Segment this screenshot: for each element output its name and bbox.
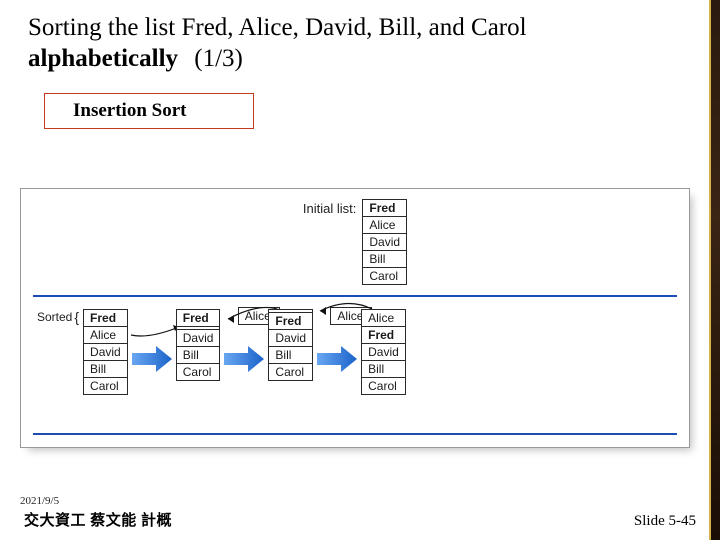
brace-icon: { [74,310,79,324]
list-cell: Carol [362,267,407,285]
list-cell: Fred [176,309,221,326]
step-stack: Fred David Bill Carol [176,309,221,381]
steps-row: Sorted { Fred Alice David Bill Carol [33,309,677,419]
initial-stack: Fred Alice David Bill Carol [362,199,407,285]
footer-date: 2021/9/5 [20,495,696,507]
list-cell: David [362,233,407,250]
list-cell: David [83,343,128,360]
title-line: Sorting the list Fred, Alice, David, Bil… [28,14,527,41]
title-emphasis: alphabetically [28,45,178,72]
list-cell: David [176,329,221,346]
list-cell: Bill [176,346,221,363]
list-cell: Bill [361,360,406,377]
list-cell: Carol [176,363,221,381]
step-1: Fred Alice David Bill Carol [83,309,128,395]
diagram-panel: Initial list: Fred Alice David Bill Caro… [20,188,690,448]
list-cell: Carol [361,377,406,395]
transition-arrow-icon [128,309,176,373]
sorted-label: Sorted { [37,309,79,324]
list-cell: Alice [361,309,406,326]
algorithm-name: Insertion Sort [73,100,186,121]
list-cell: David [361,343,406,360]
slide: Sorting the list Fred, Alice, David, Bil… [0,0,720,540]
title-part: (1/3) [194,45,243,72]
list-cell: David [268,329,313,346]
section-divider [33,295,677,297]
list-cell: Bill [83,360,128,377]
section-divider [33,433,677,435]
list-cell: Fred [268,312,313,329]
list-cell: Bill [362,250,407,267]
step-2: Fred David Bill Carol Alice [176,309,221,381]
list-cell: Alice [83,326,128,343]
step-3: Fred David Bill Carol Alice [268,309,313,381]
list-cell: Fred [361,326,406,343]
step-4: Alice Fred David Bill Carol [361,309,406,395]
list-cell: Carol [83,377,128,395]
step-stack: Alice Fred David Bill Carol [361,309,406,395]
list-cell: Bill [268,346,313,363]
initial-list-label: Initial list: [303,199,356,216]
step-stack: Fred David Bill Carol [268,309,313,381]
algorithm-name-box: Insertion Sort [44,93,254,129]
list-cell: Alice [362,216,407,233]
decorative-stripe [710,0,720,540]
slide-number: Slide 5-45 [634,513,696,530]
list-cell: Fred [362,199,407,216]
footer: 2021/9/5 交大資工 蔡文能 計概 Slide 5-45 [0,495,720,540]
footer-credit: 交大資工 蔡文能 計概 [24,509,172,530]
slide-title: Sorting the list Fred, Alice, David, Bil… [28,12,700,75]
step-stack: Fred Alice David Bill Carol [83,309,128,395]
initial-section: Initial list: Fred Alice David Bill Caro… [33,199,677,285]
list-cell: Carol [268,363,313,381]
list-cell: Fred [83,309,128,326]
